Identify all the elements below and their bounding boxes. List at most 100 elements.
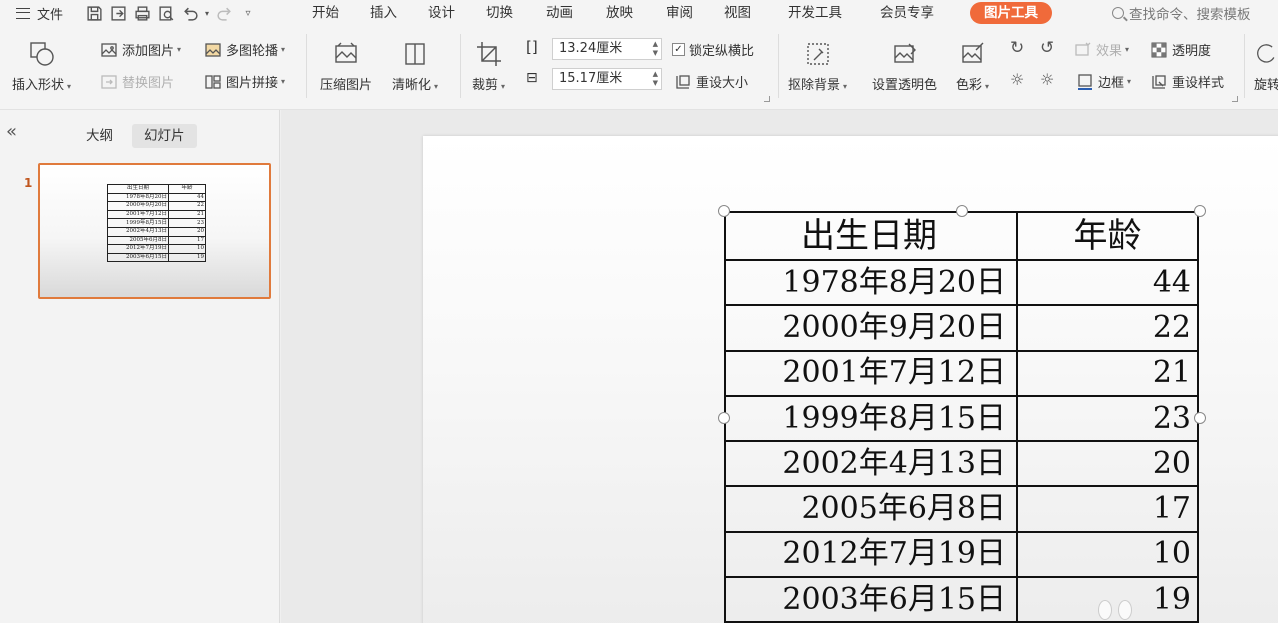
effects-button[interactable]: 效果 ▾ bbox=[1074, 40, 1129, 59]
size-dialog-launcher-icon[interactable] bbox=[764, 96, 770, 102]
thumb-table-age-cell: 22 bbox=[168, 201, 206, 211]
tab-view[interactable]: 视图 bbox=[724, 0, 762, 26]
remove-background-button[interactable]: 抠除背景 ▾ bbox=[788, 38, 847, 93]
thumb-table-age-cell: 10 bbox=[168, 244, 206, 254]
table-age-cell: 23 bbox=[1016, 394, 1199, 443]
tab-transitions[interactable]: 切换 bbox=[486, 0, 524, 26]
tab-home[interactable]: 开始 bbox=[312, 0, 350, 26]
command-search[interactable]: 查找命令、搜索模板 bbox=[1112, 0, 1251, 26]
reset-style-label: 重设样式 bbox=[1172, 76, 1225, 91]
tab-outline[interactable]: 大纲 bbox=[74, 124, 125, 148]
tab-member[interactable]: 会员专享 bbox=[880, 0, 948, 26]
reset-style-icon bbox=[1150, 73, 1168, 91]
undo-dropdown-icon[interactable]: ▾ bbox=[202, 3, 212, 23]
compress-picture-label: 压缩图片 bbox=[320, 78, 373, 93]
thumbnail-table: 出生日期 年龄 1978年8月20日 44 2000年9月20日 22 2001年7月12日… bbox=[107, 184, 206, 263]
thumb-table-birthdate-cell: 2005年6月8日 bbox=[107, 235, 169, 246]
compress-picture-button[interactable]: 压缩图片 bbox=[320, 38, 372, 93]
picture-collage-label: 图片拼接 bbox=[226, 76, 279, 91]
border-button[interactable]: 边框 ▾ bbox=[1076, 72, 1131, 91]
increase-contrast-icon[interactable]: ↻ bbox=[1010, 38, 1024, 58]
height-input[interactable]: 13.24厘米 ▲ ▼ bbox=[552, 38, 662, 60]
thumb-table-age-cell: 21 bbox=[168, 209, 206, 220]
width-input[interactable]: 15.17厘米 ▲ ▼ bbox=[552, 68, 662, 90]
reset-size-button[interactable]: 重设大小 bbox=[674, 72, 748, 91]
rotate-button[interactable]: 旋转 bbox=[1254, 38, 1278, 93]
thumb-table-birthdate-cell: 2003年6月15日 bbox=[107, 252, 169, 263]
save-icon[interactable] bbox=[82, 3, 106, 23]
table-row: 2005年6月8日 17 bbox=[724, 485, 1199, 533]
increase-brightness-icon[interactable]: ☼ bbox=[1010, 70, 1024, 89]
insert-shape-button[interactable]: 插入形状 ▾ bbox=[12, 38, 71, 93]
resize-handle-top-left[interactable] bbox=[718, 205, 730, 217]
remove-background-icon bbox=[802, 38, 834, 70]
watermark-icon bbox=[1118, 600, 1132, 620]
tab-developer[interactable]: 开发工具 bbox=[788, 0, 856, 26]
tab-animations[interactable]: 动画 bbox=[546, 0, 584, 26]
print-icon[interactable] bbox=[130, 3, 154, 23]
replace-picture-label: 替换图片 bbox=[122, 76, 175, 91]
slide-panel: « 大纲 幻灯片 1 出生日期 年龄 1978年8月20日 44 2000年9月20日 2… bbox=[0, 110, 280, 623]
resize-handle-top-right[interactable] bbox=[1194, 205, 1206, 217]
transparent-color-icon bbox=[889, 38, 921, 70]
color-button[interactable]: 色彩 ▾ bbox=[956, 38, 989, 93]
thumb-table-age-cell: 23 bbox=[168, 218, 206, 228]
width-icon: ⊟ bbox=[526, 70, 538, 86]
transparency-button[interactable]: 透明度 bbox=[1150, 40, 1211, 59]
decrease-contrast-icon[interactable]: ↺ bbox=[1040, 38, 1054, 58]
undo-icon[interactable] bbox=[178, 3, 202, 23]
tab-design[interactable]: 设计 bbox=[428, 0, 466, 26]
insert-shape-icon bbox=[26, 38, 58, 70]
file-menu[interactable]: 文件 bbox=[0, 4, 82, 23]
table-picture[interactable]: 出生日期 年龄 1978年8月20日 44 2000年9月20日 22 2001年7月12日… bbox=[724, 211, 1200, 623]
export-icon[interactable] bbox=[106, 3, 130, 23]
height-spinner-icon[interactable]: ▲ ▼ bbox=[653, 40, 658, 58]
reset-style-button[interactable]: 重设样式 bbox=[1150, 72, 1224, 91]
resize-handle-middle-right[interactable] bbox=[1194, 412, 1206, 424]
thumb-table-age-cell: 44 bbox=[168, 192, 206, 203]
add-picture-button[interactable]: 添加图片 ▾ bbox=[100, 40, 181, 59]
transparency-icon bbox=[1150, 41, 1168, 59]
slide-canvas: 出生日期 年龄 1978年8月20日 44 2000年9月20日 22 2001年7月12日… bbox=[281, 110, 1278, 623]
thumb-table-row: 2000年9月20日 22 bbox=[107, 201, 206, 211]
color-label: 色彩 bbox=[956, 78, 983, 93]
tab-review[interactable]: 审阅 bbox=[666, 0, 704, 26]
width-spinner-icon[interactable]: ▲ ▼ bbox=[653, 70, 658, 88]
customize-toolbar-icon[interactable]: ▿ bbox=[236, 3, 260, 23]
color-icon bbox=[957, 38, 989, 70]
redo-icon[interactable] bbox=[212, 3, 236, 23]
multi-carousel-button[interactable]: 多图轮播 ▾ bbox=[204, 40, 285, 59]
style-dialog-launcher-icon[interactable] bbox=[1232, 96, 1238, 102]
slide-thumbnail[interactable]: 出生日期 年龄 1978年8月20日 44 2000年9月20日 22 2001年7月12日… bbox=[38, 163, 271, 299]
decrease-brightness-icon[interactable]: ☼ bbox=[1040, 70, 1054, 89]
lock-aspect-checkbox[interactable]: ✓ 锁定纵横比 bbox=[672, 40, 754, 59]
table-age-cell: 20 bbox=[1016, 440, 1199, 488]
picture-collage-button[interactable]: 图片拼接 ▾ bbox=[204, 72, 285, 91]
tab-insert[interactable]: 插入 bbox=[370, 0, 408, 26]
tab-slides[interactable]: 幻灯片 bbox=[132, 124, 197, 148]
slide[interactable]: 出生日期 年龄 1978年8月20日 44 2000年9月20日 22 2001年7月12日… bbox=[423, 136, 1278, 623]
tab-picture-tools[interactable]: 图片工具 bbox=[970, 2, 1052, 24]
set-transparent-color-button[interactable]: 设置透明色 bbox=[872, 38, 937, 93]
thumb-table-birthdate-cell: 2002年4月13日 bbox=[107, 226, 169, 237]
table-birthdate-cell: 1978年8月20日 bbox=[724, 258, 1018, 307]
tab-slideshow[interactable]: 放映 bbox=[606, 0, 644, 26]
table-birthdate-cell: 2001年7月12日 bbox=[724, 349, 1018, 397]
table-birthdate-cell: 2002年4月13日 bbox=[724, 440, 1018, 488]
sharpen-button[interactable]: 清晰化 ▾ bbox=[392, 38, 438, 93]
print-preview-icon[interactable] bbox=[154, 3, 178, 23]
crop-button[interactable]: 裁剪 ▾ bbox=[472, 38, 505, 93]
collapse-panel-icon[interactable]: « bbox=[6, 123, 17, 141]
thumb-table-age-cell: 19 bbox=[168, 252, 206, 263]
table-row: 2012年7月19日 10 bbox=[724, 530, 1199, 579]
resize-handle-middle-left[interactable] bbox=[718, 412, 730, 424]
replace-picture-button[interactable]: 替换图片 bbox=[100, 72, 174, 91]
thumb-table-birthdate-cell: 1999年8月15日 bbox=[107, 218, 169, 228]
thumb-table-birthdate-cell: 2001年7月12日 bbox=[107, 209, 169, 220]
checkbox-checked-icon: ✓ bbox=[672, 43, 685, 56]
resize-handle-top-middle[interactable] bbox=[956, 205, 968, 217]
thumb-table-row: 2012年7月19日 10 bbox=[107, 244, 206, 254]
search-icon bbox=[1112, 7, 1124, 19]
thumb-table-header-cell: 年龄 bbox=[168, 184, 206, 194]
table-birthdate-cell: 1999年8月15日 bbox=[724, 394, 1018, 443]
